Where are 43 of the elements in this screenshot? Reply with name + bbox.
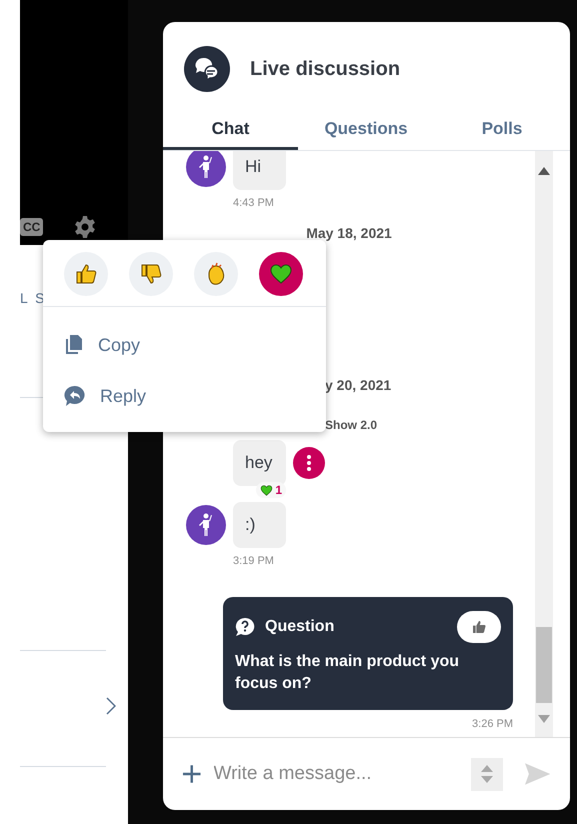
scrollbar-thumb[interactable] (536, 627, 552, 703)
chat-bubbles-icon (184, 46, 230, 92)
date-label: y 20, 2021 (325, 377, 392, 393)
person-icon (198, 155, 214, 179)
reaction-button[interactable] (129, 252, 173, 296)
copy-icon (64, 334, 84, 356)
reaction-button[interactable] (194, 252, 238, 296)
menu-item[interactable]: Copy (43, 333, 326, 357)
question-label: Question (265, 618, 336, 636)
thumbs-down-icon (139, 262, 163, 286)
tab[interactable]: Questions (298, 110, 434, 150)
date-label: May 18, 2021 (306, 225, 392, 241)
reaction-badge[interactable]: 1 (256, 482, 286, 498)
more-options-button[interactable] (293, 447, 325, 479)
thumbs-up-icon (471, 619, 487, 635)
message-bubble: Hi (233, 151, 286, 190)
settings-icon[interactable] (73, 215, 98, 239)
heart-icon (269, 262, 293, 286)
chevron-right-icon[interactable] (106, 697, 116, 715)
plus-icon[interactable] (182, 764, 202, 784)
sender-name: Show 2.0 (325, 418, 378, 432)
message-time: 4:43 PM (233, 197, 275, 209)
tab[interactable]: Polls (434, 110, 570, 150)
scrollbar[interactable] (535, 151, 553, 737)
reaction-button[interactable] (259, 252, 303, 296)
person-icon (198, 513, 214, 537)
thumbs-up-icon (74, 262, 98, 286)
heart-icon (260, 484, 274, 496)
scroll-up-icon[interactable] (538, 167, 550, 175)
reply-icon (64, 385, 86, 407)
message-time: 3:26 PM (472, 718, 513, 730)
message-input[interactable]: Write a message... (212, 762, 460, 786)
question-icon (235, 617, 255, 637)
captions-button[interactable]: CC (20, 218, 44, 236)
message-bubble: hey (233, 440, 286, 486)
like-button[interactable] (457, 611, 501, 643)
question-text: What is the main product you focus on? (235, 652, 460, 694)
message-bubble: :) (233, 502, 286, 548)
menu-item[interactable]: Reply (43, 384, 326, 408)
more-icon (307, 455, 311, 471)
message-time: 3:19 PM (233, 555, 275, 567)
reaction-button[interactable] (64, 252, 108, 296)
panel-title: Live discussion (250, 58, 400, 80)
